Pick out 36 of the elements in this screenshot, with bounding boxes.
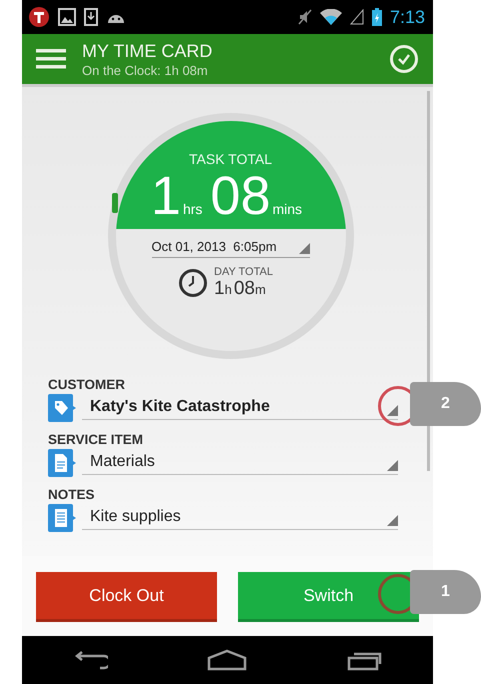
field-dropdown[interactable]: Katy's Kite Catastrophe — [82, 396, 398, 420]
start-time-dropdown[interactable]: Oct 01, 2013 6:05pm — [152, 239, 310, 258]
field-label: NOTES — [48, 487, 96, 502]
progress-mark — [112, 193, 118, 213]
notepad-icon — [48, 504, 76, 532]
document-icon — [48, 449, 76, 477]
hours-value: 1 — [150, 169, 181, 223]
home-icon[interactable] — [207, 649, 248, 671]
callout-pointer: 2 — [410, 382, 481, 426]
image-icon — [58, 8, 76, 26]
field-dropdown[interactable]: Materials — [82, 451, 398, 475]
day-hours-value: 1 — [214, 278, 225, 300]
tag-icon — [48, 394, 76, 422]
field-label: CUSTOMER — [48, 377, 126, 392]
signal-icon — [350, 9, 364, 25]
mute-icon — [298, 9, 312, 25]
minutes-unit: mins — [272, 201, 302, 217]
hours-unit: hrs — [182, 201, 202, 217]
day-total-label: DAY TOTAL — [214, 266, 273, 278]
field-label: SERVICE ITEM — [48, 432, 144, 447]
wifi-icon — [320, 9, 342, 25]
clock-time: 7:13 — [390, 6, 425, 28]
day-hours-unit: h — [224, 282, 232, 297]
screen-subtitle: On the Clock: 1h 08m — [82, 62, 209, 78]
battery-icon — [372, 8, 382, 26]
menu-icon[interactable] — [36, 49, 66, 69]
day-minutes-unit: m — [255, 282, 266, 297]
clock-out-button[interactable]: Clock Out — [36, 572, 217, 622]
callout-pointer: 1 — [410, 570, 481, 614]
download-icon — [84, 8, 98, 26]
app-notification-icon — [28, 6, 50, 28]
minutes-value: 08 — [210, 169, 270, 223]
task-total-label: TASK TOTAL — [189, 151, 272, 167]
field-dropdown[interactable]: Kite supplies — [82, 506, 398, 530]
screen-title: MY TIME CARD — [82, 40, 214, 62]
day-minutes-value: 08 — [234, 278, 255, 300]
